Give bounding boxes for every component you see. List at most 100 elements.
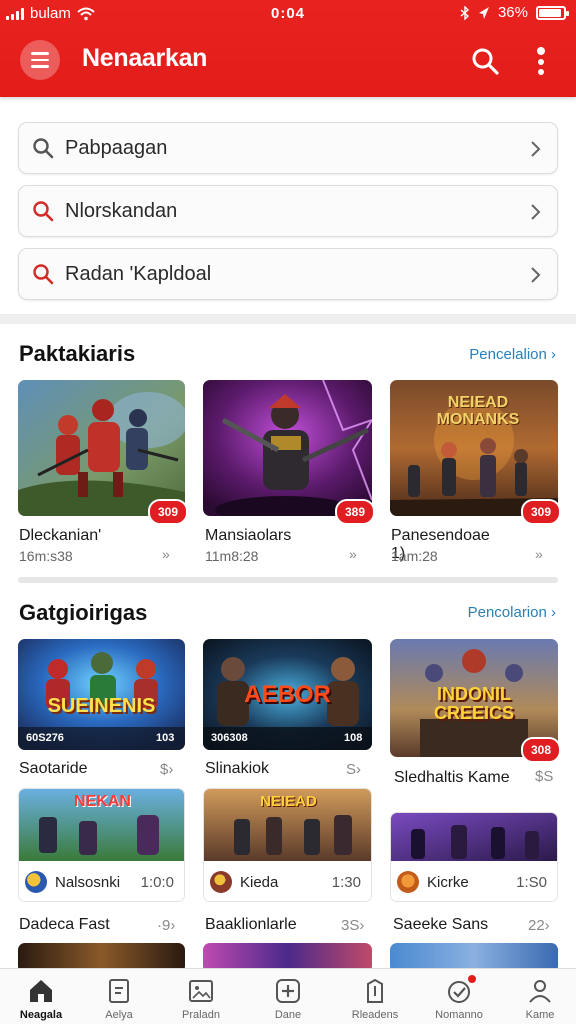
menu-button[interactable] <box>20 40 60 80</box>
nav-label: Praladn <box>182 1009 220 1021</box>
search-icon[interactable] <box>470 46 500 76</box>
page-title: Nenaarkan <box>82 44 208 72</box>
chevron-right-icon <box>531 141 541 157</box>
nav-item-home[interactable]: Neagala <box>0 969 82 1024</box>
nav-label: Dane <box>274 1009 302 1021</box>
bluetooth-icon <box>460 5 469 20</box>
avatar <box>397 871 419 893</box>
card-meta: 22› <box>528 917 550 934</box>
mini-card-time: 1:0:0 <box>140 873 174 891</box>
more-vertical-icon[interactable] <box>528 44 554 78</box>
thumbnail-meta-right: 108 <box>344 732 363 744</box>
thumbnail-banner-text: NEIEAD MONANKS <box>436 394 520 428</box>
mini-card-name: Kicrke <box>427 873 469 891</box>
section-see-all-link[interactable]: Pencolarion › <box>468 604 556 621</box>
card-subtitle: 1am:28 <box>391 548 438 564</box>
nav-label: Neagala <box>19 1009 63 1021</box>
nav-label: Kame <box>525 1009 555 1021</box>
location-icon <box>478 6 489 19</box>
suggestion-item[interactable]: Nlorskandan <box>18 185 558 237</box>
card-title[interactable]: Saeeke Sans <box>393 916 488 934</box>
card-title: Mansiaolars <box>205 527 292 544</box>
card-title[interactable]: Dadeca Fast <box>19 916 110 934</box>
mini-card-name: Nalsosnki <box>55 873 121 891</box>
chevron-double-icon: » <box>535 546 543 562</box>
section-title: Paktakiaris <box>19 341 136 366</box>
card-title[interactable]: Baaklionlarle <box>205 916 297 934</box>
thumbnail-meta-left: 306308 <box>211 732 248 744</box>
game-thumbnail: AEBOR 306308 108 <box>203 639 372 750</box>
mini-card-name: Kieda <box>240 873 279 891</box>
thumbnail-banner-text: SUEINENIS <box>47 695 156 717</box>
avatar <box>210 871 232 893</box>
notification-dot <box>466 973 478 985</box>
suggestion-item[interactable]: Radan 'Kapldoal <box>18 248 558 300</box>
bookmark-icon <box>367 978 383 1003</box>
game-thumbnail: NEIEAD MONANKS <box>390 380 558 516</box>
mini-card-time: 1:S0 <box>516 873 547 891</box>
nav-label: Nomanno <box>435 1009 483 1021</box>
home-icon <box>30 980 52 1002</box>
app-screen: bulam 0:04 36% Nenaarkan Pabpaagan Nlors… <box>0 0 576 1024</box>
thumbnail-banner-text: AEBOR <box>244 681 331 708</box>
game-thumbnail <box>203 380 372 516</box>
hamburger-icon <box>31 52 49 55</box>
nav-item-rleadens[interactable]: Rleadens <box>334 969 416 1024</box>
search-icon <box>33 201 54 222</box>
thumbnail-meta-right: 103 <box>156 732 175 744</box>
chevron-right-icon <box>531 204 541 220</box>
search-icon <box>33 138 54 159</box>
game-thumbnail: SUEINENIS 60S276 103 <box>18 639 185 750</box>
nav-item-nomanno[interactable]: Nomanno <box>418 969 500 1024</box>
badge: 309 <box>521 499 562 525</box>
card-title: Sledhaltis Kame <box>394 769 510 786</box>
mini-card-footer: Nalsosnki 1:0:0 <box>19 861 184 901</box>
mini-card-footer: Kicrke 1:S0 <box>391 861 557 901</box>
status-right: 36% <box>460 4 569 21</box>
suggestion-text: Radan 'Kapldoal <box>65 263 212 285</box>
chevron-double-icon: » <box>162 546 170 562</box>
nav-item-aelya[interactable]: Aelya <box>78 969 160 1024</box>
badge: 308 <box>521 737 562 763</box>
app-header: bulam 0:04 36% Nenaarkan <box>0 0 576 97</box>
game-thumbnail: NEKAN Nalsosnki 1:0:0 <box>18 788 185 902</box>
user-icon <box>529 980 551 1003</box>
search-icon <box>33 264 54 285</box>
chevron-double-icon: » <box>349 546 357 562</box>
thumbnail-meta-left: 60S276 <box>26 732 64 744</box>
badge: 309 <box>148 499 189 525</box>
game-thumbnail: NEIEAD Kieda 1:30 <box>203 788 372 902</box>
bottom-navigation: Neagala Aelya Praladn Dane Rleadens Noma… <box>0 968 576 1024</box>
nav-label: Aelya <box>105 1009 133 1021</box>
game-thumbnail: Kicrke 1:S0 <box>390 812 558 902</box>
plus-square-icon <box>276 979 300 1003</box>
nav-label: Rleadens <box>351 1009 399 1021</box>
thumbnail-banner-text: INDONIL CREEICS <box>433 684 514 723</box>
card-price: $› <box>160 761 174 778</box>
card-title: Slinakiok <box>205 760 270 777</box>
card-price: $S <box>535 768 554 785</box>
badge: 389 <box>335 499 376 525</box>
nav-item-praladn[interactable]: Praladn <box>160 969 242 1024</box>
document-icon <box>109 979 129 1003</box>
avatar <box>25 871 47 893</box>
game-thumbnail <box>18 380 185 516</box>
mini-card-time: 1:30 <box>331 873 361 891</box>
gallery-icon <box>189 980 213 1002</box>
thumbnail-banner-text: NEKAN <box>74 793 131 810</box>
section-separator <box>18 577 558 583</box>
card-subtitle: 16m:s38 <box>19 548 73 564</box>
card-price: S› <box>346 761 361 778</box>
battery-icon <box>536 5 569 20</box>
section-title: Gatgioirigas <box>19 600 148 625</box>
card-meta: 3S› <box>341 917 365 934</box>
nav-item-dane[interactable]: Dane <box>247 969 329 1024</box>
status-bar: bulam 0:04 36% <box>0 0 576 28</box>
mini-card-footer: Kieda 1:30 <box>204 861 371 901</box>
card-meta: ·9› <box>157 917 176 934</box>
battery-label: 36% <box>497 4 528 21</box>
card-title: Dleckanian' <box>19 527 102 544</box>
nav-item-kame[interactable]: Kame <box>499 969 576 1024</box>
suggestion-item[interactable]: Pabpaagan <box>18 122 558 174</box>
section-see-all-link[interactable]: Pencelalion › <box>469 346 556 363</box>
